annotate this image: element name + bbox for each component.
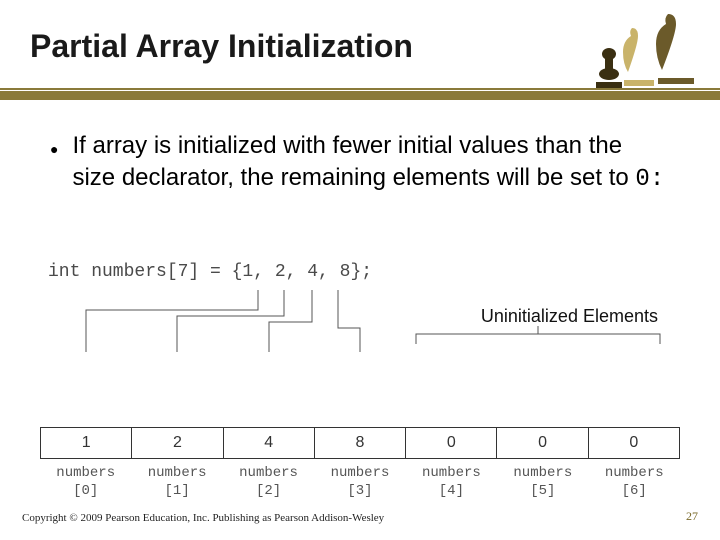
array-cell: 1 — [40, 427, 132, 459]
uninitialized-label: Uninitialized Elements — [481, 306, 658, 327]
footer: Copyright © 2009 Pearson Education, Inc.… — [22, 509, 698, 524]
array-index: [5] — [530, 483, 555, 499]
array-cell: 0 — [406, 427, 497, 459]
array-index-labels: numbers [0] numbers [1] numbers [2] numb… — [40, 465, 680, 500]
page-title: Partial Array Initialization — [30, 28, 690, 65]
array-name: numbers — [605, 465, 664, 481]
array-diagram: int numbers[7] = {1, 2, 4, 8}; Uninitial… — [40, 262, 680, 500]
array-cell: 4 — [224, 427, 315, 459]
bullet-code-tail: 0: — [635, 166, 664, 193]
array-name: numbers — [422, 465, 481, 481]
array-name: numbers — [148, 465, 207, 481]
array-index-label: numbers [6] — [589, 465, 680, 500]
array-cell: 0 — [589, 427, 680, 459]
array-index-label: numbers [5] — [497, 465, 588, 500]
code-declaration: int numbers[7] = {1, 2, 4, 8}; — [48, 262, 680, 282]
title-divider-inner — [0, 90, 720, 91]
array-cells: 1 2 4 8 0 0 0 — [40, 427, 680, 459]
array-index: [6] — [622, 483, 647, 499]
array-index: [2] — [256, 483, 281, 499]
array-name: numbers — [331, 465, 390, 481]
array-index: [4] — [439, 483, 464, 499]
array-cell: 8 — [315, 427, 406, 459]
array-index: [1] — [165, 483, 190, 499]
bullet-dot-icon: ● — [50, 140, 58, 159]
array-name: numbers — [56, 465, 115, 481]
array-cell: 2 — [132, 427, 223, 459]
bullet-text: If array is initialized with fewer initi… — [72, 130, 670, 197]
array-index-label: numbers [2] — [223, 465, 314, 500]
array-name: numbers — [513, 465, 572, 481]
slide: Partial Array Initialization ● If array … — [0, 0, 720, 540]
array-name: numbers — [239, 465, 298, 481]
array-index-label: numbers [1] — [131, 465, 222, 500]
array-index-label: numbers [0] — [40, 465, 131, 500]
title-area: Partial Array Initialization — [30, 28, 690, 65]
bullet-item: ● If array is initialized with fewer ini… — [50, 130, 670, 197]
array-index-label: numbers [3] — [314, 465, 405, 500]
body: ● If array is initialized with fewer ini… — [50, 130, 670, 197]
title-divider — [0, 88, 720, 100]
bullet-text-main: If array is initialized with fewer initi… — [72, 132, 635, 191]
array-index: [3] — [347, 483, 372, 499]
array-cell: 0 — [497, 427, 588, 459]
array-index: [0] — [73, 483, 98, 499]
page-number: 27 — [686, 509, 698, 524]
copyright-text: Copyright © 2009 Pearson Education, Inc.… — [22, 512, 384, 524]
array-index-label: numbers [4] — [406, 465, 497, 500]
